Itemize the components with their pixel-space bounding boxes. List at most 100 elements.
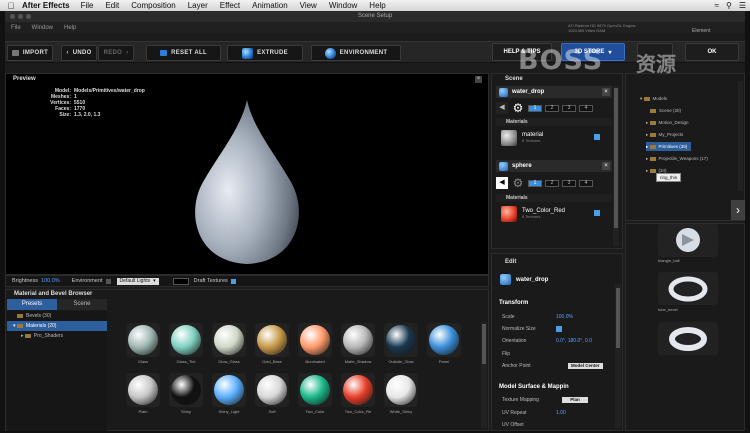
wifi-icon[interactable]: ≈ xyxy=(715,1,719,10)
app-menu-window[interactable]: Window xyxy=(32,25,53,31)
multi-object-group-3[interactable]: 3 xyxy=(562,104,576,112)
minimize-window-icon[interactable] xyxy=(18,14,23,19)
tab-presets[interactable]: Presets xyxy=(7,299,57,310)
menu-edit[interactable]: Edit xyxy=(105,1,119,10)
material-thumb[interactable]: Outside_Glow xyxy=(382,323,420,367)
brightness-value[interactable]: 100.0% xyxy=(41,278,60,284)
menu-app-name[interactable]: After Effects xyxy=(22,1,70,10)
extrude-button[interactable]: EXTRUDE xyxy=(227,45,303,61)
multi-object-group-3[interactable]: 3 xyxy=(562,179,576,187)
tree-item-bevels[interactable]: Bevels (30) xyxy=(7,311,107,321)
tree-item-my-projects[interactable]: ▸ My_Projects xyxy=(646,130,683,139)
menu-file[interactable]: File xyxy=(81,1,94,10)
uv-repeat-value[interactable]: 1.00 xyxy=(556,410,566,416)
multi-object-group-1[interactable]: 1 xyxy=(528,179,542,187)
close-window-icon[interactable] xyxy=(10,14,15,19)
model-info: Model: Models/Primitives/water_drop Meshe… xyxy=(50,88,145,118)
model-browser-scrollbar[interactable] xyxy=(738,81,743,191)
redo-button[interactable]: REDO › xyxy=(98,45,134,61)
material-thumb[interactable]: Illuminated xyxy=(296,323,334,367)
material-grid-scrollbar[interactable] xyxy=(481,322,487,428)
multi-object-group-2[interactable]: 2 xyxy=(545,179,559,187)
list-icon[interactable]: ☰ xyxy=(739,1,746,10)
tab-scene[interactable]: Scene xyxy=(57,299,107,310)
gear-icon[interactable]: ⚙ xyxy=(511,101,525,115)
normalize-row: Normalize Size xyxy=(502,324,614,334)
anchor-point-dropdown[interactable]: Model Center xyxy=(568,363,603,369)
material-checkbox[interactable] xyxy=(594,134,600,140)
scene-group-water-drop[interactable]: water_drop × xyxy=(496,86,612,98)
tree-item-motion-design[interactable]: ▸ Motion_Design xyxy=(646,118,689,127)
app-menu-file[interactable]: File xyxy=(11,25,21,31)
orientation-value[interactable]: 0.0°, 180.0°, 0.0 xyxy=(556,338,592,344)
background-color-swatch[interactable] xyxy=(172,277,189,285)
spotlight-icon[interactable]: ⚲ xyxy=(726,1,732,10)
app-menu-help[interactable]: Help xyxy=(64,25,76,31)
water-drop-model[interactable] xyxy=(191,98,303,268)
scene-group-sphere[interactable]: sphere × xyxy=(496,160,612,172)
tree-item-models[interactable]: ▾ Models xyxy=(640,94,667,103)
model-thumb-triangle-ball[interactable] xyxy=(658,224,718,257)
material-thumb[interactable]: White_Shiny xyxy=(382,373,420,417)
edit-scrollbar[interactable] xyxy=(615,284,621,428)
material-checkbox[interactable] xyxy=(594,210,600,216)
menu-layer[interactable]: Layer xyxy=(188,1,208,10)
scene-scrollbar[interactable] xyxy=(613,86,619,246)
scene-material-1[interactable]: material 6 Textures xyxy=(496,128,612,147)
material-thumb[interactable]: Glass_Tint xyxy=(167,323,205,367)
tree-item-materials[interactable]: ▾ Materials (20) xyxy=(7,321,107,331)
material-browser-title: Material and Bevel Browser xyxy=(14,291,93,297)
menu-composition[interactable]: Composition xyxy=(131,1,175,10)
apple-icon[interactable]:  xyxy=(0,1,22,11)
reset-all-button[interactable]: RESET ALL xyxy=(146,45,221,61)
close-icon[interactable]: × xyxy=(602,88,610,96)
lights-dropdown[interactable]: Default Lights ▾ xyxy=(116,277,159,285)
material-thumb[interactable]: Gold_Base xyxy=(253,323,291,367)
environment-checkbox[interactable] xyxy=(105,278,111,284)
draft-textures-checkbox[interactable] xyxy=(230,278,236,284)
close-icon[interactable]: × xyxy=(475,76,482,83)
model-thumb-ring[interactable] xyxy=(658,322,718,355)
material-thumb-icon xyxy=(501,129,517,146)
texture-mapping-dropdown[interactable]: Plan xyxy=(562,397,588,403)
scale-value[interactable]: 100.0% xyxy=(556,314,573,320)
material-thumb[interactable]: Panel xyxy=(425,323,463,367)
ok-button[interactable]: OK xyxy=(685,43,739,61)
material-thumb[interactable]: Shiny xyxy=(167,373,205,417)
normalize-checkbox[interactable] xyxy=(556,326,562,332)
material-thumb[interactable]: Soft xyxy=(253,373,291,417)
menu-effect[interactable]: Effect xyxy=(220,1,240,10)
tree-item-projectile-weapons[interactable]: ▸ Projectile_Weapons (17) xyxy=(646,154,708,163)
multi-object-group-2[interactable]: 2 xyxy=(545,104,559,112)
play-left-icon[interactable]: ◀ xyxy=(496,177,508,189)
menu-animation[interactable]: Animation xyxy=(252,1,288,10)
multi-object-group-4[interactable]: 4 xyxy=(579,104,593,112)
model-thumb-tube-bevel[interactable] xyxy=(658,272,718,305)
material-thumb[interactable]: Two_Color_Re xyxy=(339,373,377,417)
material-thumb[interactable]: Glass xyxy=(124,323,162,367)
menu-help[interactable]: Help xyxy=(369,1,385,10)
surface-header[interactable]: Model Surface & Mappin xyxy=(499,384,609,390)
scene-material-2[interactable]: Two_Color_Red 6 Textures xyxy=(496,204,612,223)
multi-object-group-4[interactable]: 4 xyxy=(579,179,593,187)
tree-item-pro-shaders[interactable]: ▸ Pro_Shaders xyxy=(7,331,107,341)
menu-window[interactable]: Window xyxy=(329,1,357,10)
next-arrow-icon[interactable]: › xyxy=(731,200,745,220)
material-thumb[interactable]: Plain xyxy=(124,373,162,417)
import-button[interactable]: IMPORT xyxy=(7,45,53,61)
material-thumb[interactable]: Glow_Glass xyxy=(210,323,248,367)
multi-object-group-1[interactable]: 1 xyxy=(528,104,542,112)
material-thumb[interactable]: Two_Color xyxy=(296,373,334,417)
tree-item-scene[interactable]: Scene (30) xyxy=(650,106,681,115)
zoom-window-icon[interactable] xyxy=(26,14,31,19)
transform-header[interactable]: Transform xyxy=(499,300,609,306)
material-thumb[interactable]: Matte_Shadow xyxy=(339,323,377,367)
gear-icon[interactable]: ⚙ xyxy=(511,176,525,190)
environment-button[interactable]: ENVIRONMENT xyxy=(311,45,401,61)
menu-view[interactable]: View xyxy=(300,1,317,10)
undo-button[interactable]: ‹ UNDO xyxy=(61,45,97,61)
material-thumb[interactable]: Shiny_Light xyxy=(210,373,248,417)
play-left-icon[interactable]: ◀ xyxy=(496,102,508,114)
close-icon[interactable]: × xyxy=(602,162,610,170)
tree-item-primitives[interactable]: ▸ Primitives (39) xyxy=(646,142,692,151)
